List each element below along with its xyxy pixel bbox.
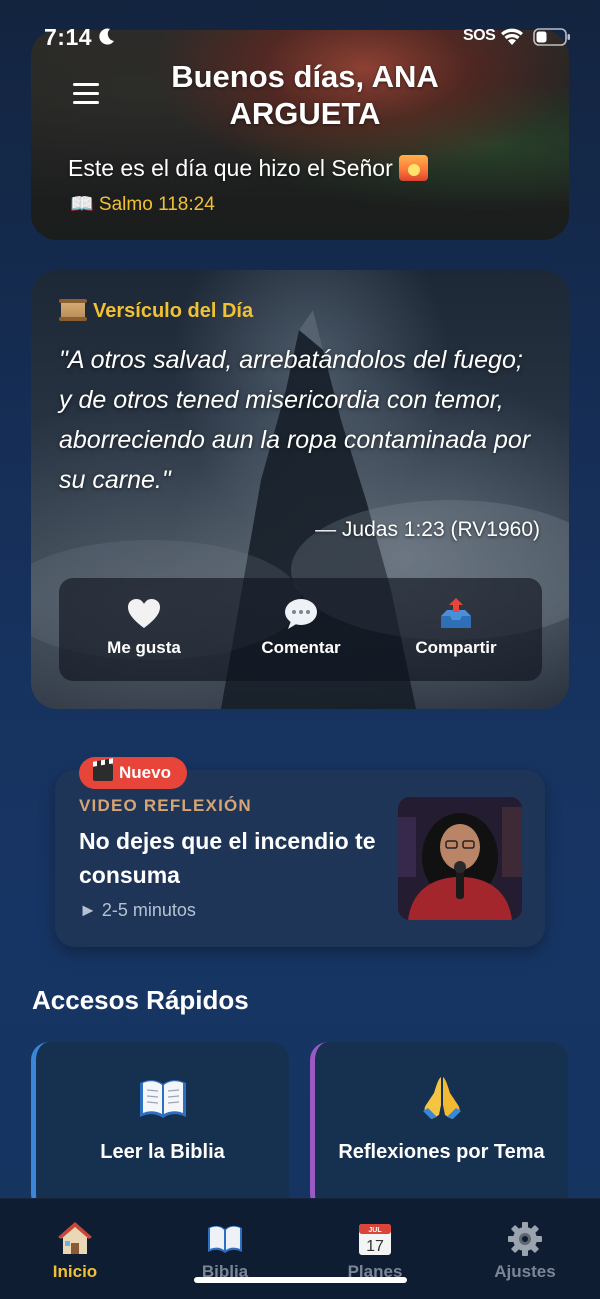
status-bar: 7:14 SOS — [0, 0, 600, 70]
read-bible-tile[interactable]: Leer la Biblia — [31, 1042, 289, 1212]
verse-reference: — Judas 1:23 (RV1960) — [315, 518, 540, 541]
presenter-image — [398, 797, 522, 920]
tab-ajustes-label: Ajustes — [494, 1262, 556, 1281]
scroll-icon — [59, 299, 87, 321]
status-time: 7:14 — [44, 24, 93, 50]
calendar-icon: JUL 17 — [359, 1224, 391, 1255]
read-bible-label: Leer la Biblia — [100, 1141, 225, 1163]
quick-access-title: Accesos Rápidos — [32, 985, 249, 1015]
clapperboard-icon — [93, 764, 113, 781]
new-badge: Nuevo — [79, 757, 187, 789]
tab-planes[interactable]: JUL 17 Planes — [320, 1221, 430, 1282]
speech-bubble-icon — [285, 599, 317, 629]
home-indicator[interactable] — [194, 1277, 407, 1283]
video-duration: ► 2-5 minutos — [79, 900, 196, 920]
open-book-icon — [139, 1080, 186, 1118]
verse-of-the-day-card: Versículo del Día "A otros salvad, arreb… — [31, 270, 569, 709]
verse-label: Versículo del Día — [59, 299, 254, 323]
wifi-icon — [501, 28, 523, 45]
tab-ajustes[interactable]: Ajustes — [470, 1221, 580, 1282]
bottom-tab-bar: Inicio Biblia JUL 17 Planes Ajustes — [0, 1198, 600, 1299]
battery-icon — [533, 28, 570, 46]
share-label: Compartir — [415, 638, 497, 657]
tagline-text: Este es el día que hizo el Señor — [68, 155, 393, 181]
new-badge-label: Nuevo — [119, 763, 171, 782]
moon-icon — [99, 28, 114, 45]
home-icon — [58, 1222, 92, 1254]
praying-hands-icon — [422, 1077, 461, 1119]
verse-action-bar: Me gusta Comentar Compartir — [59, 578, 542, 681]
gear-icon — [508, 1222, 542, 1256]
tab-biblia[interactable]: Biblia — [170, 1221, 280, 1282]
reflections-by-topic-label: Reflexiones por Tema — [338, 1141, 545, 1163]
reflections-by-topic-tile[interactable]: Reflexiones por Tema — [310, 1042, 568, 1212]
sunrise-icon — [398, 155, 428, 181]
share-button[interactable]: Compartir — [396, 596, 516, 658]
verse-label-text: Versículo del Día — [93, 300, 254, 322]
comment-label: Comentar — [261, 638, 341, 657]
video-title[interactable]: No dejes que el incendio te consuma — [79, 824, 379, 892]
video-kicker: VIDEO REFLEXIÓN — [79, 796, 252, 815]
outbox-tray-icon — [441, 598, 471, 628]
heart-icon — [128, 599, 160, 628]
verse-text: "A otros salvad, arrebatándolos del fueg… — [59, 346, 531, 494]
greeting-tagline: Este es el día que hizo el Señor — [68, 155, 428, 182]
book-icon — [208, 1225, 242, 1253]
tagline-reference[interactable]: 📖 Salmo 118:24 — [70, 192, 215, 216]
calendar-day: 17 — [366, 1238, 384, 1255]
like-label: Me gusta — [107, 638, 181, 657]
like-button[interactable]: Me gusta — [84, 596, 204, 658]
calendar-month: JUL — [368, 1227, 382, 1234]
tab-inicio-label: Inicio — [52, 1262, 98, 1281]
comment-button[interactable]: Comentar — [241, 596, 361, 658]
video-thumbnail[interactable] — [398, 797, 522, 920]
sos-indicator: SOS — [463, 27, 496, 44]
tab-inicio[interactable]: Inicio — [20, 1221, 130, 1282]
hamburger-menu-icon[interactable] — [73, 83, 99, 105]
